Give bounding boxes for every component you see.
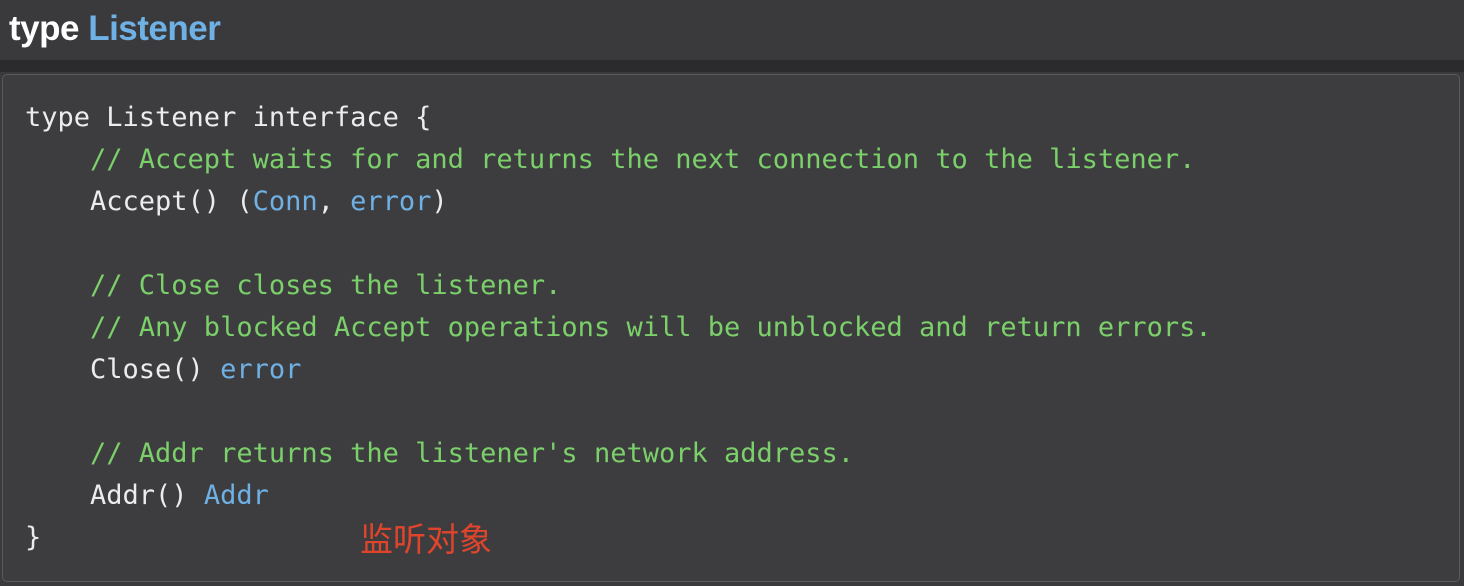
accept-comment: // Accept waits for and returns the next…: [25, 144, 1196, 175]
addr-comment: // Addr returns the listener's network a…: [25, 438, 855, 469]
interface-declaration: type Listener interface {: [25, 102, 432, 133]
error-type-link[interactable]: error: [350, 186, 431, 217]
accept-signature-end: ): [431, 186, 448, 217]
heading-keyword: type: [9, 9, 79, 48]
close-comment-detail: // Any blocked Accept operations will be…: [25, 312, 1212, 343]
addr-type-link[interactable]: Addr: [204, 480, 269, 511]
handwritten-annotation: 监听对象: [360, 520, 492, 559]
code-line-7: Close() error: [25, 349, 1212, 391]
code-line-8-blank: [25, 391, 1212, 433]
close-comment: // Close closes the listener.: [25, 270, 562, 301]
accept-signature-separator: ,: [317, 186, 351, 217]
close-error-type-link[interactable]: error: [220, 354, 301, 385]
section-divider: [0, 60, 1464, 72]
code-line-1: type Listener interface {: [25, 97, 1212, 139]
code-line-3: Accept() (Conn, error): [25, 181, 1212, 223]
close-signature: Close(): [25, 354, 221, 385]
code-line-9: // Addr returns the listener's network a…: [25, 433, 1212, 475]
code-line-6: // Any blocked Accept operations will be…: [25, 307, 1212, 349]
code-line-5: // Close closes the listener.: [25, 265, 1212, 307]
code-line-2: // Accept waits for and returns the next…: [25, 139, 1212, 181]
heading-type-name[interactable]: Listener: [88, 9, 221, 48]
addr-signature: Addr(): [25, 480, 204, 511]
code-block: type Listener interface { // Accept wait…: [2, 74, 1460, 582]
conn-type-link[interactable]: Conn: [253, 186, 318, 217]
doc-page: type Listener type Listener interface { …: [0, 0, 1464, 586]
accept-signature-start: Accept() (: [25, 186, 253, 217]
code-line-11: }: [25, 517, 1212, 559]
code-line-4-blank: [25, 223, 1212, 265]
code-listing: type Listener interface { // Accept wait…: [25, 97, 1212, 559]
closing-brace: }: [25, 522, 42, 553]
type-heading: type Listener: [9, 6, 221, 52]
code-line-10: Addr() Addr: [25, 475, 1212, 517]
